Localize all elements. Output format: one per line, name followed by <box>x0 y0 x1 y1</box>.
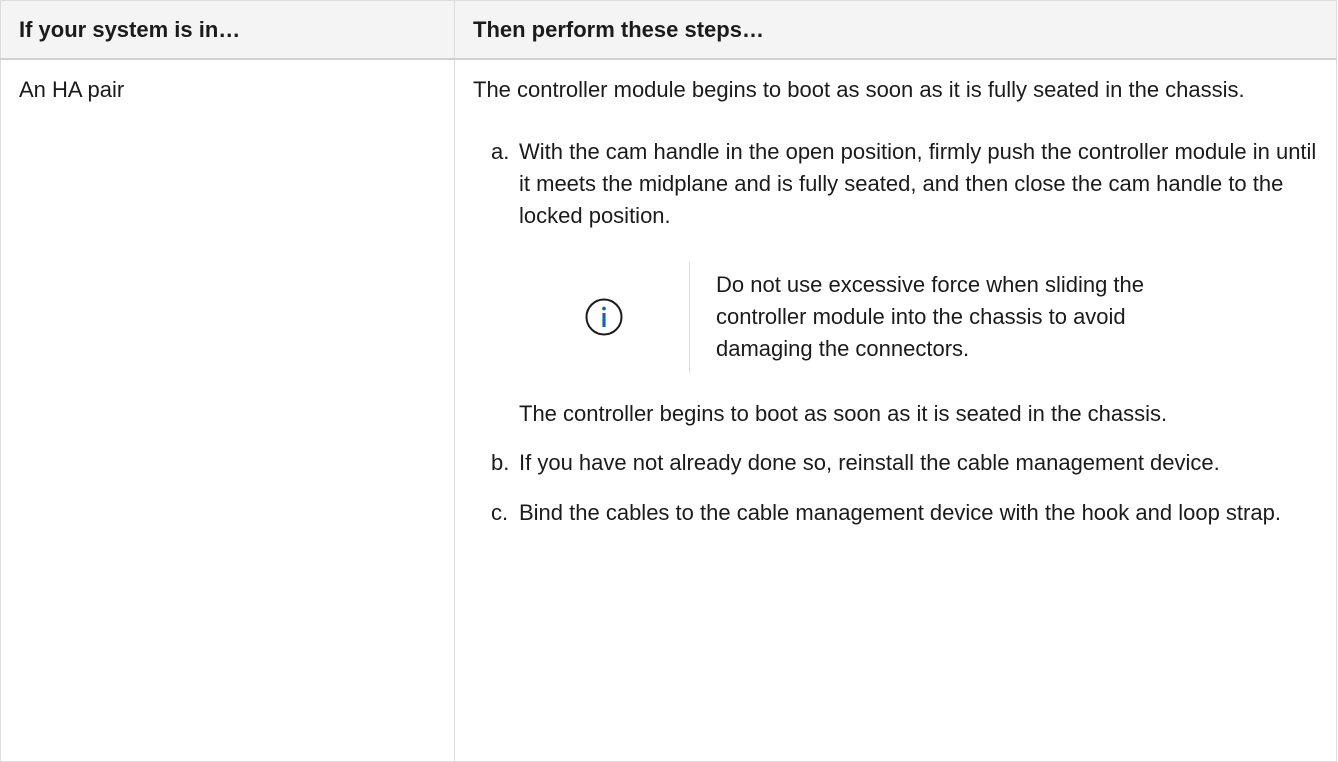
table-header-row: If your system is in… Then perform these… <box>0 0 1337 60</box>
step-text: Bind the cables to the cable management … <box>519 500 1281 525</box>
after-note-text: The controller begins to boot as soon as… <box>519 401 1168 426</box>
note-text: Do not use excessive force when sliding … <box>689 261 1186 373</box>
table-row: An HA pair The controller module begins … <box>0 58 1337 762</box>
step-marker: a. <box>491 139 510 164</box>
steps-cell: The controller module begins to boot as … <box>454 58 1337 762</box>
step-c: c. Bind the cables to the cable manageme… <box>473 497 1318 529</box>
step-marker: c. <box>491 500 509 525</box>
step-body: With the cam handle in the open position… <box>519 136 1318 447</box>
step-text: With the cam handle in the open position… <box>519 139 1317 228</box>
note-icon-cell <box>519 261 689 373</box>
step-text: If you have not already done so, reinsta… <box>519 450 1220 475</box>
header-steps: Then perform these steps… <box>454 0 1337 60</box>
step-b: b. If you have not already done so, rein… <box>473 447 1318 479</box>
step-a: a. With the cam handle in the open posit… <box>473 136 1318 447</box>
header-condition: If your system is in… <box>0 0 455 60</box>
condition-cell: An HA pair <box>0 58 455 762</box>
step-marker: b. <box>491 450 510 475</box>
intro-text: The controller module begins to boot as … <box>473 77 1245 102</box>
admonition-note: Do not use excessive force when sliding … <box>519 261 1318 373</box>
step-list: a. With the cam handle in the open posit… <box>473 136 1318 529</box>
info-icon <box>585 298 623 336</box>
steps-table: If your system is in… Then perform these… <box>0 0 1337 762</box>
